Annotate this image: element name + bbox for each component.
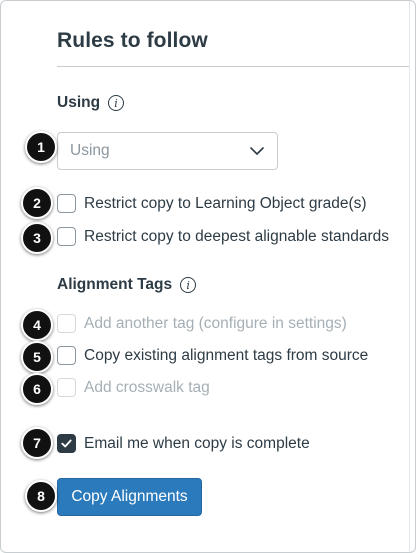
add-crosswalk-tag-option: Add crosswalk tag: [57, 378, 210, 397]
add-crosswalk-tag-label: Add crosswalk tag: [84, 378, 210, 396]
alignment-tags-section-label: Alignment Tags i: [57, 276, 197, 294]
callout-badge: 2: [21, 187, 53, 219]
email-when-complete-checkbox[interactable]: [57, 434, 76, 453]
alignment-tags-label: Alignment Tags: [57, 276, 173, 293]
using-label: Using: [57, 94, 101, 111]
panel-edge: [409, 1, 410, 552]
callout-badge: 1: [25, 131, 57, 163]
info-icon[interactable]: i: [180, 277, 197, 293]
copy-alignments-button[interactable]: Copy Alignments: [57, 478, 202, 516]
restrict-deepest-option[interactable]: Restrict copy to deepest alignable stand…: [57, 227, 389, 246]
callout-badge: 4: [21, 309, 53, 341]
copy-existing-tags-label: Copy existing alignment tags from source: [84, 346, 369, 364]
callout-badge: 7: [21, 427, 53, 459]
email-when-complete-option[interactable]: Email me when copy is complete: [57, 434, 310, 453]
callout-badge: 5: [21, 341, 53, 373]
callout-badge: 6: [21, 373, 53, 405]
add-another-tag-option: Add another tag (configure in settings): [57, 314, 347, 333]
using-section-label: Using i: [57, 94, 125, 112]
rules-panel: Rules to follow Using i Using Restrict c…: [0, 0, 416, 553]
add-crosswalk-tag-checkbox: [57, 378, 76, 397]
checkmark-icon: [61, 439, 72, 448]
using-select[interactable]: Using: [57, 132, 278, 170]
copy-existing-tags-checkbox[interactable]: [57, 346, 76, 365]
callout-badge: 8: [25, 480, 57, 512]
email-when-complete-label: Email me when copy is complete: [84, 434, 310, 452]
using-select-value: Using: [70, 142, 110, 159]
copy-existing-tags-option[interactable]: Copy existing alignment tags from source: [57, 346, 368, 365]
restrict-grade-checkbox[interactable]: [57, 194, 76, 213]
restrict-grade-label: Restrict copy to Learning Object grade(s…: [84, 194, 367, 212]
callout-badge: 3: [21, 222, 53, 254]
title-divider: [57, 66, 409, 67]
info-icon[interactable]: i: [108, 95, 125, 111]
add-another-tag-label: Add another tag (configure in settings): [84, 314, 347, 332]
restrict-grade-option[interactable]: Restrict copy to Learning Object grade(s…: [57, 194, 367, 213]
restrict-deepest-checkbox[interactable]: [57, 227, 76, 246]
chevron-down-icon: [250, 147, 264, 155]
add-another-tag-checkbox: [57, 314, 76, 333]
page-title: Rules to follow: [57, 29, 208, 52]
restrict-deepest-label: Restrict copy to deepest alignable stand…: [84, 227, 390, 245]
